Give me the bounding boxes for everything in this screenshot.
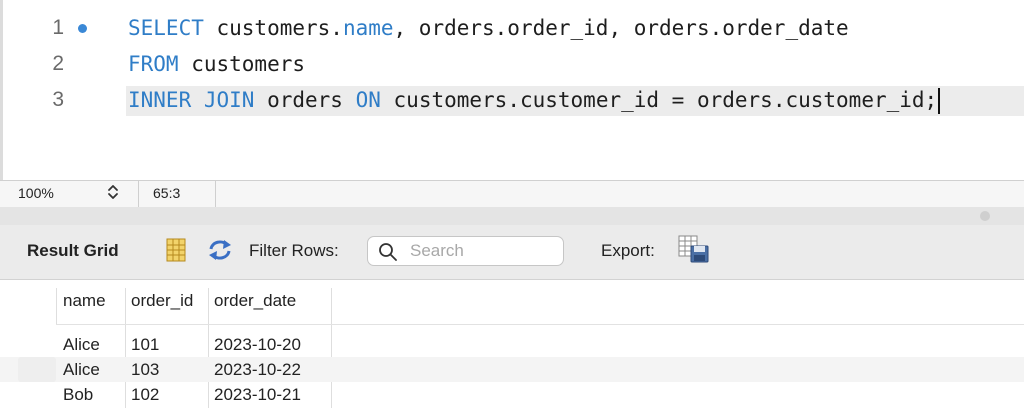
keyword: SELECT [128, 16, 204, 40]
line-number: 3 [52, 88, 64, 111]
code-text[interactable]: SELECT customers.name, orders.order_id, … [128, 14, 849, 42]
cell-name[interactable]: Alice [63, 335, 100, 355]
cell-order-date[interactable]: 2023-10-22 [214, 360, 301, 380]
splitter-handle[interactable] [980, 211, 990, 221]
line-number: 1 [52, 16, 64, 39]
row-selector[interactable] [18, 357, 56, 382]
code-token: customers. [203, 16, 343, 40]
code-line-3[interactable]: 3 INNER JOIN orders ON customers.custome… [0, 86, 1024, 116]
cell-order-id[interactable]: 102 [131, 385, 159, 405]
editor-status-bar: 100% 65:3 [0, 180, 1024, 208]
search-box[interactable] [367, 236, 564, 266]
result-grid[interactable]: name order_id order_date Alice 101 2023-… [0, 280, 1024, 408]
header-divider [56, 324, 1024, 325]
filter-rows-label: Filter Rows: [249, 241, 339, 260]
search-input[interactable] [410, 241, 555, 261]
code-token: customers.customer_id = orders.customer_… [380, 88, 938, 112]
code-token: orders [254, 88, 356, 112]
code-token: , orders.order_id, orders.order_date [393, 16, 849, 40]
result-toolbar: Result Grid Filter Rows: Export: [0, 225, 1024, 280]
cell-order-id[interactable]: 101 [131, 335, 159, 355]
cursor-position: 65:3 [153, 185, 181, 201]
cell-name[interactable]: Alice [63, 360, 100, 380]
export-icon[interactable] [678, 235, 710, 268]
text-caret [938, 88, 941, 114]
code-token: customers [178, 52, 306, 76]
result-grid-tab[interactable]: Result Grid [27, 241, 119, 261]
status-separator [138, 181, 139, 207]
table-row[interactable]: Alice 101 2023-10-20 [0, 332, 1024, 357]
code-text[interactable]: INNER JOIN orders ON customers.customer_… [128, 86, 941, 114]
code-text[interactable]: FROM customers [128, 50, 305, 78]
keyword: ON [355, 88, 381, 112]
keyword: name [342, 16, 394, 40]
stepper-icon[interactable] [104, 182, 122, 204]
code-line-2[interactable]: 2 FROM customers [0, 50, 1024, 78]
cell-name[interactable]: Bob [63, 385, 93, 405]
code-line-1[interactable]: 1 SELECT customers.name, orders.order_id… [0, 14, 1024, 42]
column-header-order-id[interactable]: order_id [131, 291, 193, 311]
result-grid-icon[interactable] [165, 237, 187, 268]
column-header-name[interactable]: name [63, 291, 106, 311]
line-number: 2 [52, 52, 64, 75]
cell-order-id[interactable]: 103 [131, 360, 159, 380]
status-separator [215, 181, 216, 207]
grid-header: name order_id order_date [0, 280, 1024, 322]
sql-editor[interactable]: 1 SELECT customers.name, orders.order_id… [0, 0, 1024, 180]
search-icon [378, 242, 398, 267]
zoom-level[interactable]: 100% [18, 185, 54, 201]
export-label: Export: [601, 241, 655, 260]
column-divider [56, 288, 57, 324]
cell-order-date[interactable]: 2023-10-20 [214, 335, 301, 355]
table-row[interactable]: Bob 102 2023-10-21 [0, 382, 1024, 407]
column-header-order-date[interactable]: order_date [214, 291, 296, 311]
keyword: FROM [128, 52, 179, 76]
cell-order-date[interactable]: 2023-10-21 [214, 385, 301, 405]
panel-splitter[interactable] [0, 207, 1024, 225]
table-row[interactable]: Alice 103 2023-10-22 [0, 357, 1024, 382]
breakpoint-dot-icon[interactable] [78, 24, 87, 33]
keyword: INNER JOIN [128, 88, 255, 112]
refresh-icon[interactable] [206, 238, 234, 267]
